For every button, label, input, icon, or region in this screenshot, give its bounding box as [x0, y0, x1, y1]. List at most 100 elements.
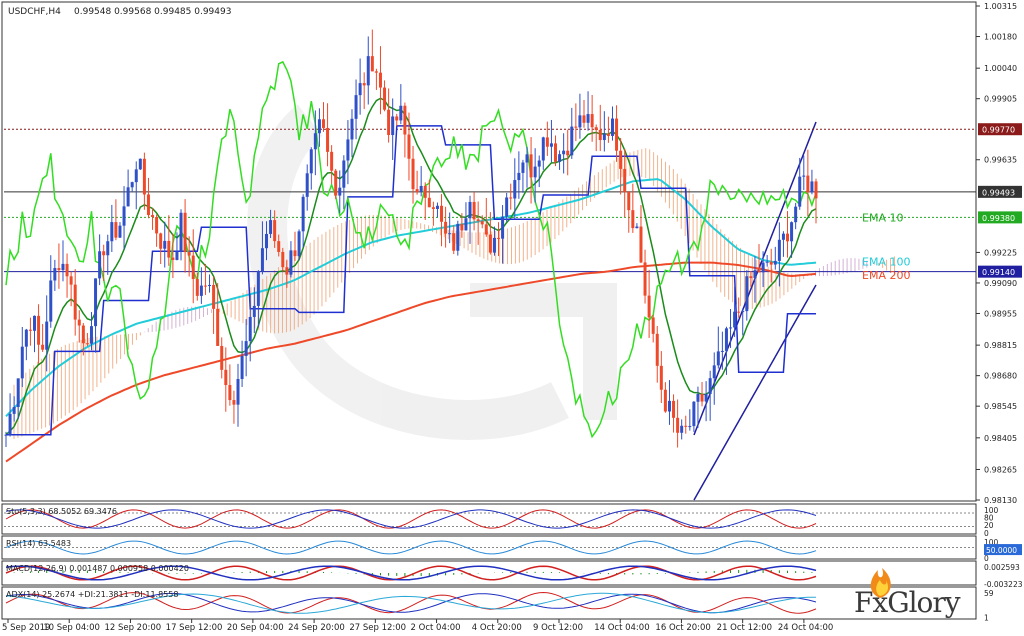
candle-body	[248, 316, 252, 342]
candle-body	[513, 180, 517, 199]
price-tick-label: 1.00180	[984, 33, 1017, 42]
price-tick-label: 0.98405	[984, 434, 1017, 443]
candle-body	[358, 83, 362, 96]
candle-body	[582, 115, 586, 123]
time-tick-label: 10 Sep 04:00	[43, 623, 100, 633]
candle-body	[370, 56, 374, 72]
panel-title: Sto(5,3,3) 68.5052 69.3476	[6, 507, 117, 516]
candle-body	[98, 251, 102, 279]
candle-body	[468, 201, 472, 219]
candle-body	[533, 166, 537, 178]
candle-body	[77, 319, 81, 326]
time-tick-label: 27 Sep 12:00	[349, 623, 406, 633]
candle-body	[53, 268, 57, 281]
candle-body	[4, 434, 8, 436]
candle-body	[110, 222, 114, 242]
candle-body	[647, 295, 651, 318]
candle-body	[260, 248, 264, 272]
candle-body	[403, 105, 407, 135]
candle-body	[285, 267, 289, 275]
candle-body	[810, 181, 814, 193]
candle-body	[590, 114, 594, 128]
candle-body	[460, 223, 464, 231]
panel-tick-label: 1	[984, 614, 989, 623]
candle-body	[220, 345, 224, 370]
candle-body	[28, 329, 32, 331]
candle-body	[541, 137, 545, 161]
candle-body	[773, 260, 777, 265]
candle-body	[159, 233, 163, 249]
price-tick-label: 0.99225	[984, 248, 1017, 257]
candle-body	[49, 280, 53, 322]
candle-body	[553, 143, 557, 162]
candle-body	[114, 222, 118, 238]
candle-body	[667, 400, 671, 412]
candle-body	[761, 262, 765, 273]
candle-body	[704, 394, 708, 402]
candle-body	[806, 175, 810, 193]
candle-body	[558, 154, 562, 162]
candle-body	[448, 233, 452, 235]
candle-body	[619, 150, 623, 169]
candle-body	[85, 343, 89, 345]
candle-body	[606, 133, 610, 136]
chart-symbol: USDCHF,H4	[8, 7, 61, 17]
time-tick-label: 2 Oct 04:00	[411, 623, 461, 633]
time-tick-label: 4 Oct 20:00	[472, 623, 522, 633]
price-tick-label: 0.99635	[984, 156, 1017, 165]
candle-body	[517, 172, 521, 181]
candle-body	[309, 149, 313, 174]
candle-body	[769, 261, 773, 265]
candle-body	[562, 150, 566, 155]
candle-body	[269, 220, 273, 234]
candle-body	[777, 239, 781, 261]
candle-body	[171, 257, 175, 260]
candle-body	[676, 417, 680, 433]
price-level-label: 0.99140	[982, 268, 1015, 277]
candle-body	[545, 137, 549, 147]
candle-body	[444, 221, 448, 234]
panel-tick-label: 59	[984, 589, 994, 598]
candle-body	[700, 394, 704, 402]
candle-body	[720, 350, 724, 352]
candle-body	[745, 276, 749, 312]
candle-body	[228, 385, 232, 401]
candle-body	[391, 116, 395, 136]
price-tick-label: 1.00040	[984, 64, 1017, 73]
candle-body	[252, 305, 256, 317]
candle-body	[94, 278, 98, 327]
candle-body	[305, 173, 309, 197]
candle-body	[615, 118, 619, 151]
candle-body	[146, 194, 150, 216]
fxglory-logo: FxGlory	[818, 566, 978, 626]
candle-body	[32, 315, 36, 331]
time-tick-label: 14 Oct 04:00	[594, 623, 649, 633]
candle-body	[65, 263, 69, 277]
candle-body	[757, 270, 761, 273]
candle-body	[265, 233, 269, 249]
candle-body	[525, 154, 529, 163]
price-level-label: 0.99380	[982, 214, 1015, 223]
candle-body	[383, 87, 387, 110]
candle-body	[366, 56, 370, 86]
candle-body	[452, 233, 456, 251]
candle-body	[399, 105, 403, 121]
candle-body	[549, 143, 553, 147]
candle-body	[20, 346, 24, 379]
candle-body	[183, 212, 187, 253]
background	[0, 0, 1024, 636]
candle-body	[45, 321, 49, 350]
panel-tick-label: 0	[984, 554, 989, 563]
candle-body	[724, 328, 728, 351]
time-tick-label: 24 Sep 20:00	[288, 623, 345, 633]
candle-body	[427, 197, 431, 208]
panel-tick-label: 0.002593	[984, 563, 1020, 572]
candle-body	[378, 72, 382, 88]
panel-tick-label: 0	[984, 529, 989, 538]
price-level-label: 0.99493	[982, 188, 1015, 197]
candle-body	[798, 176, 802, 207]
candle-body	[765, 261, 769, 263]
candle-body	[151, 215, 155, 218]
candle-body	[122, 206, 126, 226]
candle-body	[142, 158, 146, 195]
